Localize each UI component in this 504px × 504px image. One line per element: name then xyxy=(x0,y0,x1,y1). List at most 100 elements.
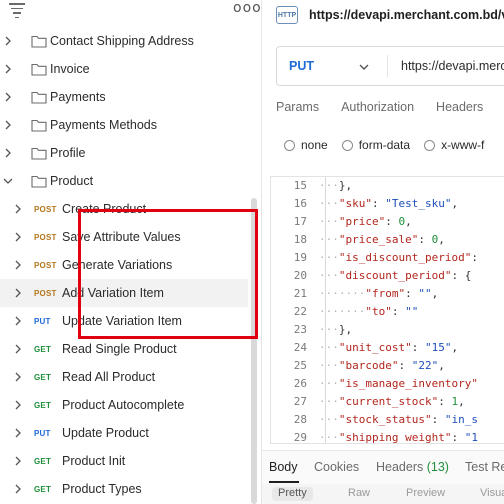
token-key: "price_sale" xyxy=(338,233,419,246)
request-item[interactable]: GET Product Autocomplete xyxy=(0,391,248,419)
token-punc: , xyxy=(405,215,412,228)
token-str: "" xyxy=(418,287,432,300)
tab-test-results[interactable]: Test Re xyxy=(465,460,504,474)
code-line: 19 ···"is_discount_period": xyxy=(271,251,504,269)
code-line: 27 ···"current_stock": 1, xyxy=(271,395,504,413)
radio-label: x-www-f xyxy=(441,138,485,152)
chevron-right-icon[interactable] xyxy=(13,260,23,270)
request-title-url[interactable]: https://devapi.merchant.com.bd/v xyxy=(309,8,504,22)
indent-dots: ··· xyxy=(319,341,339,354)
folder-label: Contact Shipping Address xyxy=(50,34,194,48)
tab-response-headers[interactable]: Headers (13) xyxy=(376,460,449,474)
chevron-right-icon[interactable] xyxy=(13,428,23,438)
folder-label: Payments Methods xyxy=(50,118,157,132)
chevron-right-icon[interactable] xyxy=(13,316,23,326)
code-text: ···"is_manage_inventory" xyxy=(319,377,478,390)
chevron-right-icon[interactable] xyxy=(3,92,13,102)
folder-item[interactable]: Invoice xyxy=(0,55,248,83)
chevron-right-icon[interactable] xyxy=(13,400,23,410)
filter-icon[interactable] xyxy=(9,3,25,18)
chevron-down-icon[interactable] xyxy=(359,62,369,72)
code-line: 26 ···"is_manage_inventory" xyxy=(271,377,504,395)
tab-cookies[interactable]: Cookies xyxy=(314,460,359,474)
indent-dots: ··· xyxy=(319,431,339,444)
code-text: ···"price": 0, xyxy=(319,215,412,228)
more-options-icon[interactable]: ooo xyxy=(233,0,261,16)
token-punc: : xyxy=(372,197,386,210)
request-item[interactable]: GET Product Types xyxy=(0,475,248,503)
folder-item[interactable]: Profile xyxy=(0,139,248,167)
method-select[interactable]: PUT xyxy=(289,59,314,73)
chevron-right-icon[interactable] xyxy=(13,232,23,242)
radio-label: none xyxy=(301,138,328,152)
line-number: 18 xyxy=(293,233,307,246)
tab-params[interactable]: Params xyxy=(276,100,319,114)
request-item[interactable]: GET Product Init xyxy=(0,447,248,475)
format-visualize[interactable]: Visualize xyxy=(474,487,504,501)
chevron-right-icon[interactable] xyxy=(13,372,23,382)
token-punc: : xyxy=(418,233,432,246)
code-line: 28 ···"stock_status": "in_s xyxy=(271,413,504,431)
format-raw[interactable]: Raw xyxy=(342,487,376,501)
token-punc: : xyxy=(438,395,452,408)
folder-item[interactable]: Payments Methods xyxy=(0,111,248,139)
indent-dots: ··· xyxy=(319,359,339,372)
chevron-right-icon[interactable] xyxy=(3,120,13,130)
code-text: ···"current_stock": 1, xyxy=(319,395,465,408)
format-pretty[interactable]: Pretty xyxy=(272,487,313,501)
token-str: "Test_sku" xyxy=(385,197,452,210)
code-line: 29 ···"shipping_weight": "1 xyxy=(271,431,504,444)
request-pane: HTTP https://devapi.merchant.com.bd/v PU… xyxy=(262,0,504,504)
tab-body[interactable]: Body xyxy=(269,460,298,474)
method-badge: GET xyxy=(34,345,52,354)
code-text: ···"sku": "Test_sku", xyxy=(319,197,458,210)
chevron-right-icon[interactable] xyxy=(3,64,13,74)
code-line: 24 ···"unit_cost": "15", xyxy=(271,341,504,359)
indent-dots: ··· xyxy=(319,197,339,210)
tab-authorization[interactable]: Authorization xyxy=(341,100,414,114)
tab-headers[interactable]: Headers (2 xyxy=(436,100,504,114)
chevron-right-icon[interactable] xyxy=(13,288,23,298)
chevron-right-icon[interactable] xyxy=(13,484,23,494)
tab-response-headers-label: Headers xyxy=(376,460,424,474)
request-item[interactable]: GET Read Single Product xyxy=(0,335,248,363)
request-item[interactable]: GET Read All Product xyxy=(0,363,248,391)
chevron-right-icon[interactable] xyxy=(13,344,23,354)
format-preview[interactable]: Preview xyxy=(400,487,451,501)
folder-label: Invoice xyxy=(50,62,90,76)
radio-circle[interactable] xyxy=(284,139,295,151)
url-input[interactable]: https://devapi.merchant xyxy=(401,59,504,73)
code-line: 21 ·······"from": "", xyxy=(271,287,504,305)
line-number: 15 xyxy=(293,179,307,192)
radio-x-www-form[interactable]: x-www-f xyxy=(424,138,484,152)
code-text: ···"is_discount_period": xyxy=(319,251,478,264)
radio-circle[interactable] xyxy=(424,139,436,151)
body-editor[interactable]: 15 ···}, 16 ···"sku": "Test_sku", 17 ···"pric… xyxy=(270,176,504,444)
indent-dots: ··· xyxy=(319,413,339,426)
indent-dots: ··· xyxy=(319,215,339,228)
method-badge: POST xyxy=(34,205,57,214)
radio-none[interactable]: none xyxy=(284,138,328,152)
radio-form-data[interactable]: form-data xyxy=(341,138,410,152)
indent-guide xyxy=(325,177,326,443)
request-item[interactable]: PUT Update Product xyxy=(0,419,248,447)
radio-circle[interactable] xyxy=(341,139,353,151)
folder-item[interactable]: Contact Shipping Address xyxy=(0,27,248,55)
token-punc: : xyxy=(411,341,425,354)
folder-item[interactable]: Payments xyxy=(0,83,248,111)
token-punc: : xyxy=(391,305,406,318)
line-number: 20 xyxy=(293,269,307,282)
chevron-right-icon[interactable] xyxy=(13,204,23,214)
folder-item[interactable]: Product xyxy=(0,167,248,195)
token-punc: }, xyxy=(338,179,353,192)
line-number: 26 xyxy=(293,377,307,390)
code-text: ·······"to": "" xyxy=(319,305,418,318)
chevron-down-icon[interactable] xyxy=(3,176,13,186)
code-text: ···"unit_cost": "15", xyxy=(319,341,458,354)
chevron-right-icon[interactable] xyxy=(13,456,23,466)
code-line: 25 ···"barcode": "22", xyxy=(271,359,504,377)
chevron-right-icon[interactable] xyxy=(3,148,13,158)
folder-icon xyxy=(31,90,47,104)
chevron-right-icon[interactable] xyxy=(3,36,13,46)
code-line: 16 ···"sku": "Test_sku", xyxy=(271,197,504,215)
